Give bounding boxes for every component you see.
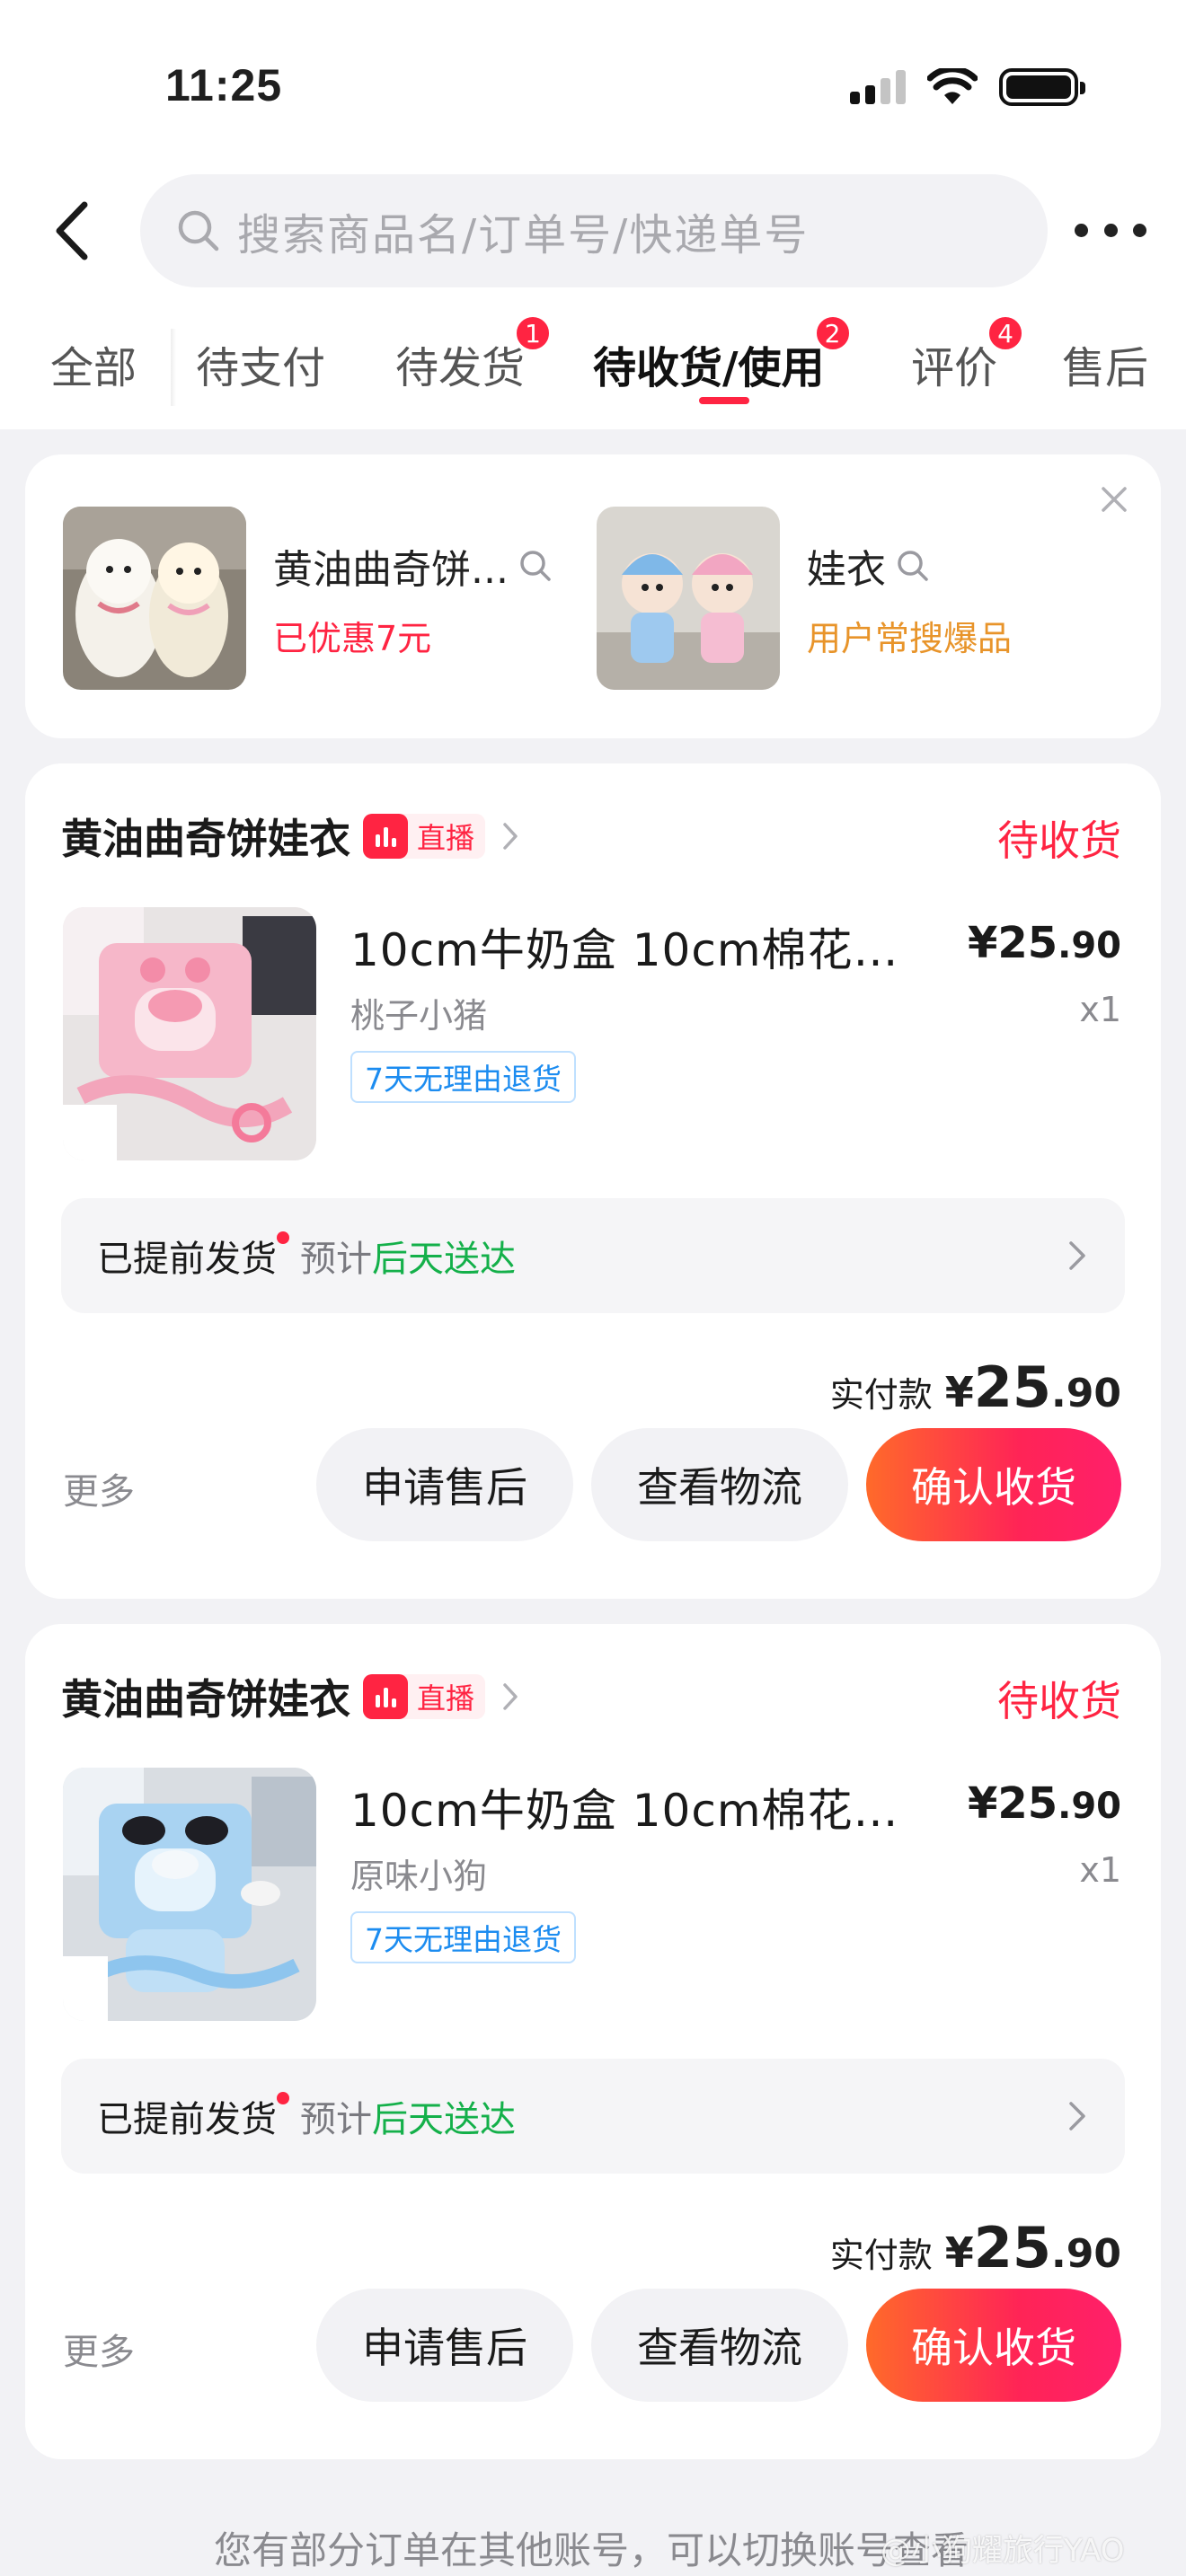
product-price: ¥25.90 — [967, 1778, 1121, 1829]
recommendation-title: 黄油曲奇饼... — [273, 546, 509, 593]
ship-status: 已提前发货 — [97, 2090, 289, 2142]
more-link[interactable]: 更多 — [63, 2323, 135, 2375]
live-badge: 直播 — [363, 814, 486, 859]
view-logistics-button[interactable]: 查看物流 — [591, 2289, 848, 2402]
shipping-info[interactable]: 已提前发货 预计 后天送达 — [61, 2059, 1125, 2174]
tab-review[interactable]: 评价 4 — [911, 314, 1025, 395]
shop-header[interactable]: 黄油曲奇饼娃衣 直播 — [61, 807, 519, 866]
confirm-receipt-button[interactable]: 确认收货 — [866, 2289, 1121, 2402]
more-options-icon[interactable] — [1075, 212, 1146, 248]
status-icons — [850, 68, 1085, 106]
chevron-right-icon — [503, 1683, 518, 1710]
product-quantity: x1 — [1079, 1850, 1121, 1890]
back-arrow-icon[interactable] — [47, 198, 101, 264]
more-link[interactable]: 更多 — [63, 1462, 135, 1514]
watermark: @小狗耀旅行YAO — [881, 2533, 1125, 2569]
recommendation-subtitle: 用户常搜爆品 — [807, 618, 1013, 658]
search-recommendations: 黄油曲奇饼... 已优惠7元 娃衣 用户常搜爆品 — [25, 454, 1161, 738]
recommendation-image — [597, 507, 780, 690]
order-card: 黄油曲奇饼娃衣 直播 待收货 10cm牛奶盒 10cm棉花娃娃衣 ¥25.90 … — [25, 1624, 1161, 2459]
recommendation-image — [63, 507, 246, 690]
search-icon — [520, 550, 551, 581]
ship-status: 已提前发货 — [97, 1230, 289, 1282]
return-policy-tag: 7天无理由退货 — [350, 1911, 576, 1963]
product-title[interactable]: 10cm牛奶盒 10cm棉花娃娃衣 — [350, 914, 925, 979]
search-icon — [898, 550, 928, 581]
tab-badge: 1 — [514, 314, 553, 352]
shop-header[interactable]: 黄油曲奇饼娃衣 直播 — [61, 1667, 519, 1726]
order-status: 待收货 — [997, 816, 1121, 865]
live-icon — [363, 1674, 408, 1719]
tab-all[interactable]: 全部 — [50, 332, 137, 395]
product-quantity: x1 — [1079, 990, 1121, 1029]
recommendation-item[interactable]: 黄油曲奇饼... 已优惠7元 — [63, 507, 553, 690]
search-placeholder: 搜索商品名/订单号/快递单号 — [237, 210, 810, 260]
tab-divider — [171, 329, 176, 406]
ship-label: 预计 — [300, 1239, 372, 1280]
wifi-icon — [927, 68, 978, 104]
product-variant: 原味小狗 — [350, 1857, 488, 1896]
tab-pending-shipment[interactable]: 待发货 1 — [395, 314, 553, 395]
tab-badge: 2 — [813, 314, 852, 352]
chevron-right-icon — [1069, 2102, 1085, 2130]
product-variant: 桃子小猪 — [350, 996, 488, 1036]
recommendation-item[interactable]: 娃衣 用户常搜爆品 — [597, 507, 1012, 690]
ship-label: 预计 — [300, 2099, 372, 2140]
live-icon — [363, 814, 408, 859]
tab-after-sales[interactable]: 售后 — [1062, 332, 1148, 395]
tab-pending-payment[interactable]: 待支付 — [196, 332, 325, 395]
chevron-right-icon — [1069, 1241, 1085, 1270]
active-tab-indicator — [699, 397, 749, 404]
ship-eta: 后天送达 — [372, 1239, 516, 1280]
live-badge: 直播 — [363, 1674, 486, 1719]
top-bar: 11:25 搜索商品名/订单号/快递单号 全部 待支付 待发货 1 待收货/使用 2… — [0, 0, 1186, 429]
status-time: 11:25 — [165, 60, 283, 110]
tab-pending-receipt[interactable]: 待收货/使用 2 — [593, 314, 852, 395]
product-image[interactable] — [63, 907, 316, 1160]
apply-after-sales-button[interactable]: 申请售后 — [316, 2289, 573, 2402]
shop-name: 黄油曲奇饼娃衣 — [61, 1675, 350, 1724]
order-card: 黄油曲奇饼娃衣 直播 待收货 10cm牛奶盒 10cm棉花娃娃衣 ¥25.90 … — [25, 763, 1161, 1599]
product-price: ¥25.90 — [967, 918, 1121, 968]
search-input[interactable]: 搜索商品名/订单号/快递单号 — [140, 174, 1048, 287]
apply-after-sales-button[interactable]: 申请售后 — [316, 1428, 573, 1541]
cellular-signal-icon — [850, 70, 906, 104]
chevron-right-icon — [503, 823, 518, 850]
shop-name: 黄油曲奇饼娃衣 — [61, 815, 350, 863]
order-status: 待收货 — [997, 1677, 1121, 1725]
return-policy-tag: 7天无理由退货 — [350, 1051, 576, 1103]
search-icon — [178, 210, 219, 251]
paid-amount: 实付款 ¥ 25 .90 — [829, 2215, 1121, 2280]
tab-badge: 4 — [987, 314, 1025, 352]
recommendation-title: 娃衣 — [807, 546, 886, 593]
paid-amount: 实付款 ¥ 25 .90 — [829, 1354, 1121, 1420]
switch-account-note[interactable]: 您有部分订单在其他账号，可以切换账号查看 — [214, 2520, 969, 2575]
confirm-receipt-button[interactable]: 确认收货 — [866, 1428, 1121, 1541]
product-image[interactable] — [63, 1768, 316, 2021]
view-logistics-button[interactable]: 查看物流 — [591, 1428, 848, 1541]
close-icon[interactable] — [1096, 481, 1132, 517]
battery-icon — [999, 68, 1085, 106]
order-tabs: 全部 待支付 待发货 1 待收货/使用 2 评价 4 售后 — [0, 314, 1186, 413]
ship-eta: 后天送达 — [372, 2099, 516, 2140]
product-title[interactable]: 10cm牛奶盒 10cm棉花娃娃衣 — [350, 1775, 925, 1839]
recommendation-subtitle: 已优惠7元 — [273, 618, 432, 658]
shipping-info[interactable]: 已提前发货 预计 后天送达 — [61, 1198, 1125, 1313]
